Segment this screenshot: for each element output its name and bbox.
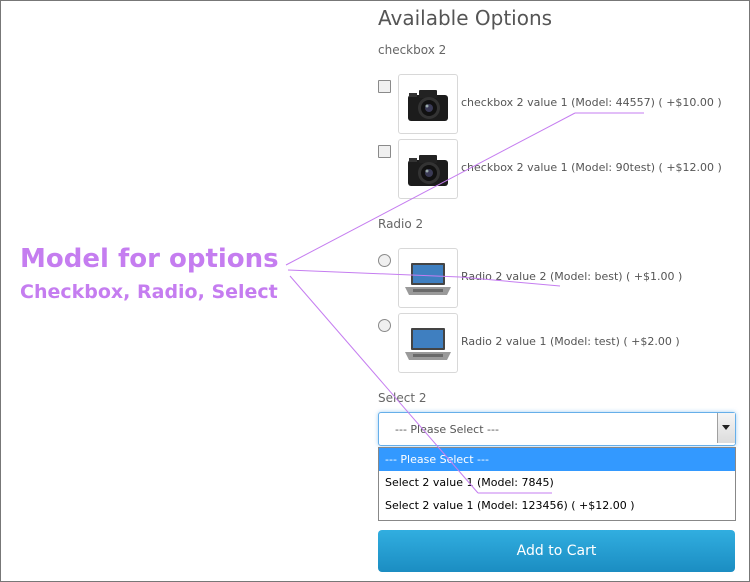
chevron-down-icon	[722, 425, 730, 430]
radio-input[interactable]	[378, 319, 391, 332]
radio-input[interactable]	[378, 254, 391, 267]
checkbox-group-label: checkbox 2	[378, 43, 447, 57]
select-group-label: Select 2	[378, 391, 427, 405]
radio-option-label: Radio 2 value 1 (Model: test) ( +$2.00 )	[461, 335, 680, 348]
select-dropdown[interactable]: --- Please Select ---	[378, 412, 736, 446]
select-option-placeholder[interactable]: --- Please Select ---	[379, 448, 735, 471]
checkbox-option-label: checkbox 2 value 1 (Model: 90test) ( +$1…	[461, 161, 722, 174]
dropdown-arrow[interactable]	[717, 413, 735, 443]
camera-icon	[398, 139, 458, 199]
laptop-icon	[398, 313, 458, 373]
camera-icon	[398, 74, 458, 134]
options-title: Available Options	[378, 6, 553, 30]
checkbox-option-label: checkbox 2 value 1 (Model: 44557) ( +$10…	[461, 96, 722, 109]
laptop-icon	[398, 248, 458, 308]
select-current-value: --- Please Select ---	[395, 423, 499, 436]
annotation-subtitle: Checkbox, Radio, Select	[20, 281, 278, 303]
annotation-title: Model for options	[20, 244, 279, 274]
select-option-1[interactable]: Select 2 value 1 (Model: 7845)	[379, 471, 735, 494]
checkbox-input[interactable]	[378, 145, 391, 158]
checkbox-input[interactable]	[378, 80, 391, 93]
radio-group-label: Radio 2	[378, 217, 424, 231]
radio-option-label: Radio 2 value 2 (Model: best) ( +$1.00 )	[461, 270, 683, 283]
add-to-cart-button[interactable]: Add to Cart	[378, 530, 735, 572]
select-options-list: --- Please Select --- Select 2 value 1 (…	[378, 447, 736, 521]
select-option-2[interactable]: Select 2 value 1 (Model: 123456) ( +$12.…	[379, 494, 735, 517]
